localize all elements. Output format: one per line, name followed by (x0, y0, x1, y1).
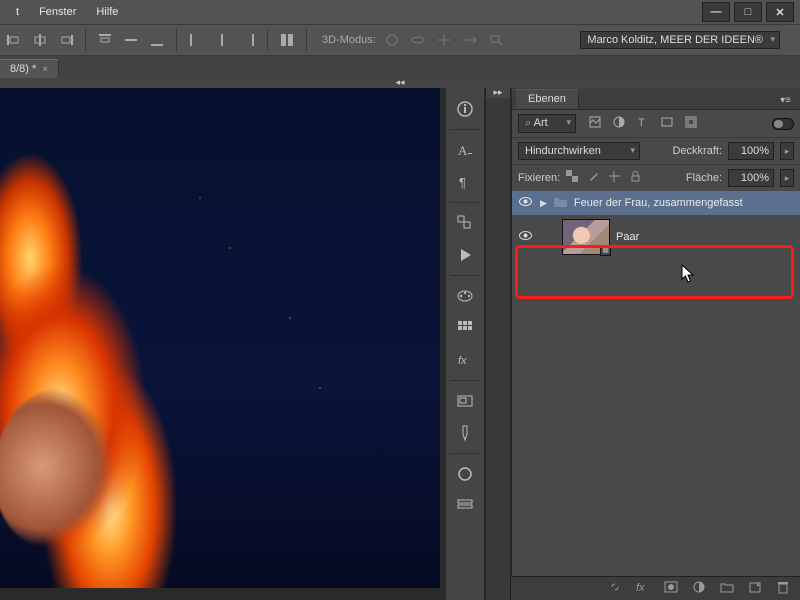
distribute-vcenter-icon[interactable] (121, 30, 141, 50)
opacity-label: Deckkraft: (672, 145, 722, 157)
tab-title: 8/8) * (10, 63, 36, 75)
svg-text:T: T (638, 117, 645, 129)
align-left-icon[interactable] (4, 30, 24, 50)
styles-panel-icon[interactable] (446, 313, 484, 343)
layer-list: ▶ Feuer der Frau, zusammengefasst ▦ Paar (512, 191, 800, 259)
layer-group-row[interactable]: ▶ Feuer der Frau, zusammengefasst (512, 191, 800, 215)
distribute-hcenter-icon[interactable] (212, 30, 232, 50)
tool-presets-icon[interactable] (446, 418, 484, 448)
window-controls: — □ ✕ (702, 2, 794, 22)
expand-icon[interactable]: ▸▸ (486, 88, 510, 98)
new-group-icon[interactable] (720, 580, 734, 597)
svg-text:¶: ¶ (459, 175, 466, 190)
fx-panel-icon[interactable]: fx (446, 345, 484, 375)
3d-rotate-icon[interactable] (408, 30, 428, 50)
lock-transparency-icon[interactable] (566, 170, 579, 186)
close-tab-icon[interactable]: × (42, 64, 48, 75)
3d-zoom-icon[interactable] (486, 30, 506, 50)
filter-adjust-icon[interactable] (612, 115, 626, 132)
delete-layer-icon[interactable] (776, 580, 790, 597)
document-tab[interactable]: 8/8) * × (0, 59, 59, 78)
info-panel-icon[interactable] (446, 94, 484, 124)
maximize-button[interactable]: □ (734, 2, 762, 22)
mode3d-label: 3D-Modus: (322, 34, 376, 46)
layer-name[interactable]: Paar (616, 231, 639, 243)
blend-mode-dropdown[interactable]: Hindurchwirken (518, 142, 640, 160)
panel-dock: A ¶ fx (445, 88, 485, 600)
minimize-button[interactable]: — (702, 2, 730, 22)
filter-type-icon[interactable]: T (636, 115, 650, 132)
menu-file-partial[interactable]: t (6, 4, 29, 20)
navigator-icon[interactable] (446, 386, 484, 416)
lock-pixels-icon[interactable] (587, 170, 600, 186)
3d-orbit-icon[interactable] (382, 30, 402, 50)
lock-position-icon[interactable] (608, 170, 621, 186)
3d-slide-icon[interactable] (460, 30, 480, 50)
align-center-h-icon[interactable] (30, 30, 50, 50)
3d-pan-icon[interactable] (434, 30, 454, 50)
close-button[interactable]: ✕ (766, 2, 794, 22)
layer-row[interactable]: ▦ Paar (512, 215, 800, 259)
opacity-flyout-icon[interactable]: ▸ (780, 142, 794, 160)
workspace-dropdown[interactable]: Marco Kolditz, MEER DER IDEEN® (580, 31, 780, 49)
character-panel-icon[interactable]: A (446, 135, 484, 165)
layer-fx-icon[interactable]: fx (636, 582, 650, 596)
distribute-top-icon[interactable] (95, 30, 115, 50)
smartobject-badge-icon: ▦ (600, 245, 611, 256)
fill-label: Fläche: (686, 172, 722, 184)
new-layer-icon[interactable] (748, 580, 762, 597)
fill-value[interactable]: 100% (728, 169, 774, 187)
menu-window[interactable]: Fenster (29, 4, 86, 20)
filter-shape-icon[interactable] (660, 115, 674, 132)
link-layers-icon[interactable] (608, 580, 622, 597)
lock-all-icon[interactable] (629, 170, 642, 186)
folder-icon (553, 195, 568, 211)
align-right-icon[interactable] (56, 30, 76, 50)
distribute-left-icon[interactable] (186, 30, 206, 50)
layer-comps-icon[interactable] (446, 208, 484, 238)
visibility-toggle-icon[interactable] (516, 229, 534, 245)
menu-help[interactable]: Hilfe (86, 4, 128, 20)
layers-panel-footer: fx (511, 576, 800, 600)
auto-align-icon[interactable] (277, 30, 297, 50)
svg-text:fx: fx (458, 355, 467, 367)
swatches-icon[interactable] (446, 281, 484, 311)
opacity-value[interactable]: 100% (728, 142, 774, 160)
panel-menu-icon[interactable]: ▾≡ (777, 92, 794, 109)
filter-toggle[interactable] (772, 118, 794, 130)
twirl-icon[interactable]: ▶ (540, 198, 547, 209)
visibility-toggle-icon[interactable] (516, 195, 534, 211)
brush-panel-icon[interactable] (446, 491, 484, 521)
add-mask-icon[interactable] (664, 580, 678, 597)
svg-text:A: A (458, 143, 468, 158)
document-tab-bar: 8/8) * × (0, 56, 800, 78)
distribute-right-icon[interactable] (238, 30, 258, 50)
fill-flyout-icon[interactable]: ▸ (780, 169, 794, 187)
paragraph-panel-icon[interactable]: ¶ (446, 167, 484, 197)
play-icon[interactable] (446, 240, 484, 270)
layers-tab[interactable]: Ebenen (516, 89, 579, 109)
filter-pixel-icon[interactable] (588, 115, 602, 132)
distribute-bottom-icon[interactable] (147, 30, 167, 50)
lock-label: Fixieren: (518, 172, 560, 184)
options-bar: 3D-Modus: Marco Kolditz, MEER DER IDEEN® (0, 24, 800, 56)
color-icon[interactable] (446, 459, 484, 489)
layer-thumbnail[interactable]: ▦ (562, 219, 610, 255)
canvas[interactable] (0, 88, 445, 600)
layer-group-name[interactable]: Feuer der Frau, zusammengefasst (574, 197, 743, 209)
filter-type-dropdown[interactable]: ⌕ Art (518, 114, 576, 133)
filter-smart-icon[interactable] (684, 115, 698, 132)
layers-panel: Ebenen ▾≡ ⌕ Art T Hindurchwirken Deckkra… (511, 88, 800, 600)
adjustment-layer-icon[interactable] (692, 580, 706, 597)
panel-spacer: ▸▸ (485, 88, 511, 600)
panel-collapse-bar[interactable]: ◂◂ (0, 78, 800, 88)
menu-bar: t Fenster Hilfe — □ ✕ (0, 0, 800, 24)
